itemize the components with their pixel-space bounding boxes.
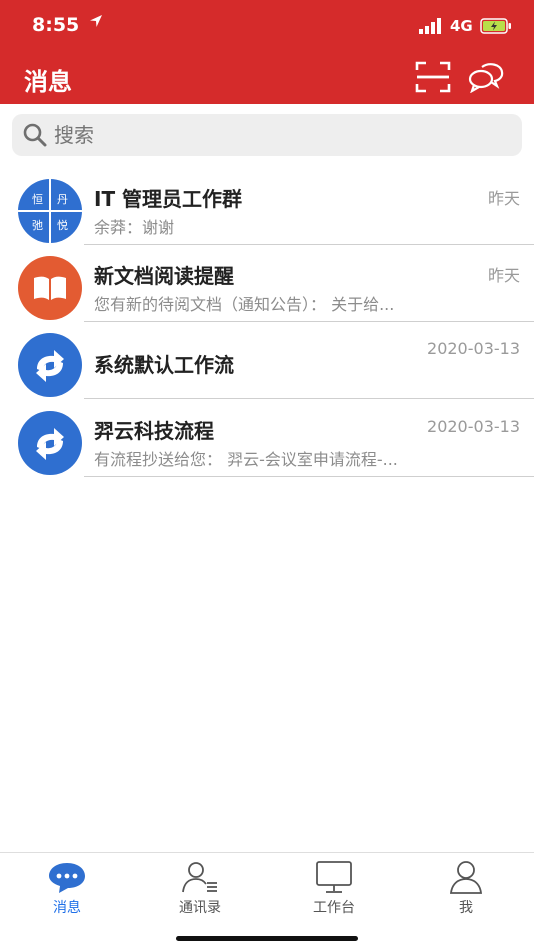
chat-icon (49, 863, 85, 893)
status-bar: 8:55 4G (0, 0, 534, 52)
conversation-title: 系统默认工作流 (94, 353, 234, 377)
divider (84, 476, 534, 477)
avatar-char: 弛 (32, 219, 43, 232)
location-arrow-icon (90, 15, 102, 27)
divider (84, 398, 534, 399)
conversation-preview: 您有新的待阅文档（通知公告）： 关于给... (94, 295, 395, 314)
chat-bubbles-icon[interactable] (467, 61, 505, 93)
network-type: 4G (450, 17, 473, 35)
divider (84, 244, 534, 245)
tab-messages[interactable]: 消息 (17, 859, 117, 921)
conversation-title: 羿云科技流程 (94, 419, 214, 443)
conversation-preview: 有流程抄送给您： 羿云-会议室申请流程-... (94, 450, 398, 469)
workflow-icon (18, 411, 82, 475)
conversation-title: IT 管理员工作群 (94, 187, 243, 211)
avatar-char: 恒 (32, 193, 43, 206)
home-indicator (176, 936, 358, 941)
conversation-time: 昨天 (487, 189, 520, 208)
scan-icon[interactable] (414, 60, 452, 94)
search-icon (23, 123, 47, 147)
conversation-title: 新文档阅读提醒 (94, 264, 234, 288)
group-avatar: 恒 丹 弛 悦 (18, 179, 82, 243)
battery-icon (480, 18, 511, 34)
contacts-icon (182, 862, 217, 893)
workflow-icon (18, 333, 82, 397)
conversation-time: 2020-03-13 (427, 417, 520, 436)
status-time: 8:55 (32, 14, 80, 36)
avatar-char: 丹 (57, 193, 68, 206)
page-title: 消息 (24, 68, 72, 96)
tab-me[interactable]: 我 (416, 859, 516, 921)
conversation-item-doc-reminder[interactable]: 新文档阅读提醒 您有新的待阅文档（通知公告）： 关于给... 昨天 (0, 246, 534, 322)
tab-contacts[interactable]: 通讯录 (150, 859, 250, 921)
search-input[interactable] (54, 121, 494, 149)
tab-label: 通讯录 (179, 900, 221, 916)
user-icon (449, 861, 483, 894)
conversation-time: 昨天 (487, 266, 520, 285)
app-header: 8:55 4G 消息 (0, 0, 534, 104)
signal-icon (419, 18, 441, 34)
conversation-time: 2020-03-13 (427, 339, 520, 358)
tab-label: 消息 (53, 900, 81, 916)
monitor-icon (316, 861, 352, 893)
book-icon (18, 256, 82, 320)
conversation-item-it-group[interactable]: 恒 丹 弛 悦 IT 管理员工作群 余莽：谢谢 昨天 (0, 169, 534, 245)
conversation-item-yiyun-flow[interactable]: 羿云科技流程 有流程抄送给您： 羿云-会议室申请流程-... 2020-03-1… (0, 401, 534, 477)
tab-label: 工作台 (313, 900, 355, 916)
tab-workbench[interactable]: 工作台 (284, 859, 384, 921)
tab-label: 我 (459, 900, 473, 916)
divider (84, 321, 534, 322)
conversation-item-default-workflow[interactable]: 系统默认工作流 2020-03-13 (0, 323, 534, 399)
conversation-preview: 余莽：谢谢 (94, 218, 175, 237)
avatar-char: 悦 (57, 219, 68, 232)
